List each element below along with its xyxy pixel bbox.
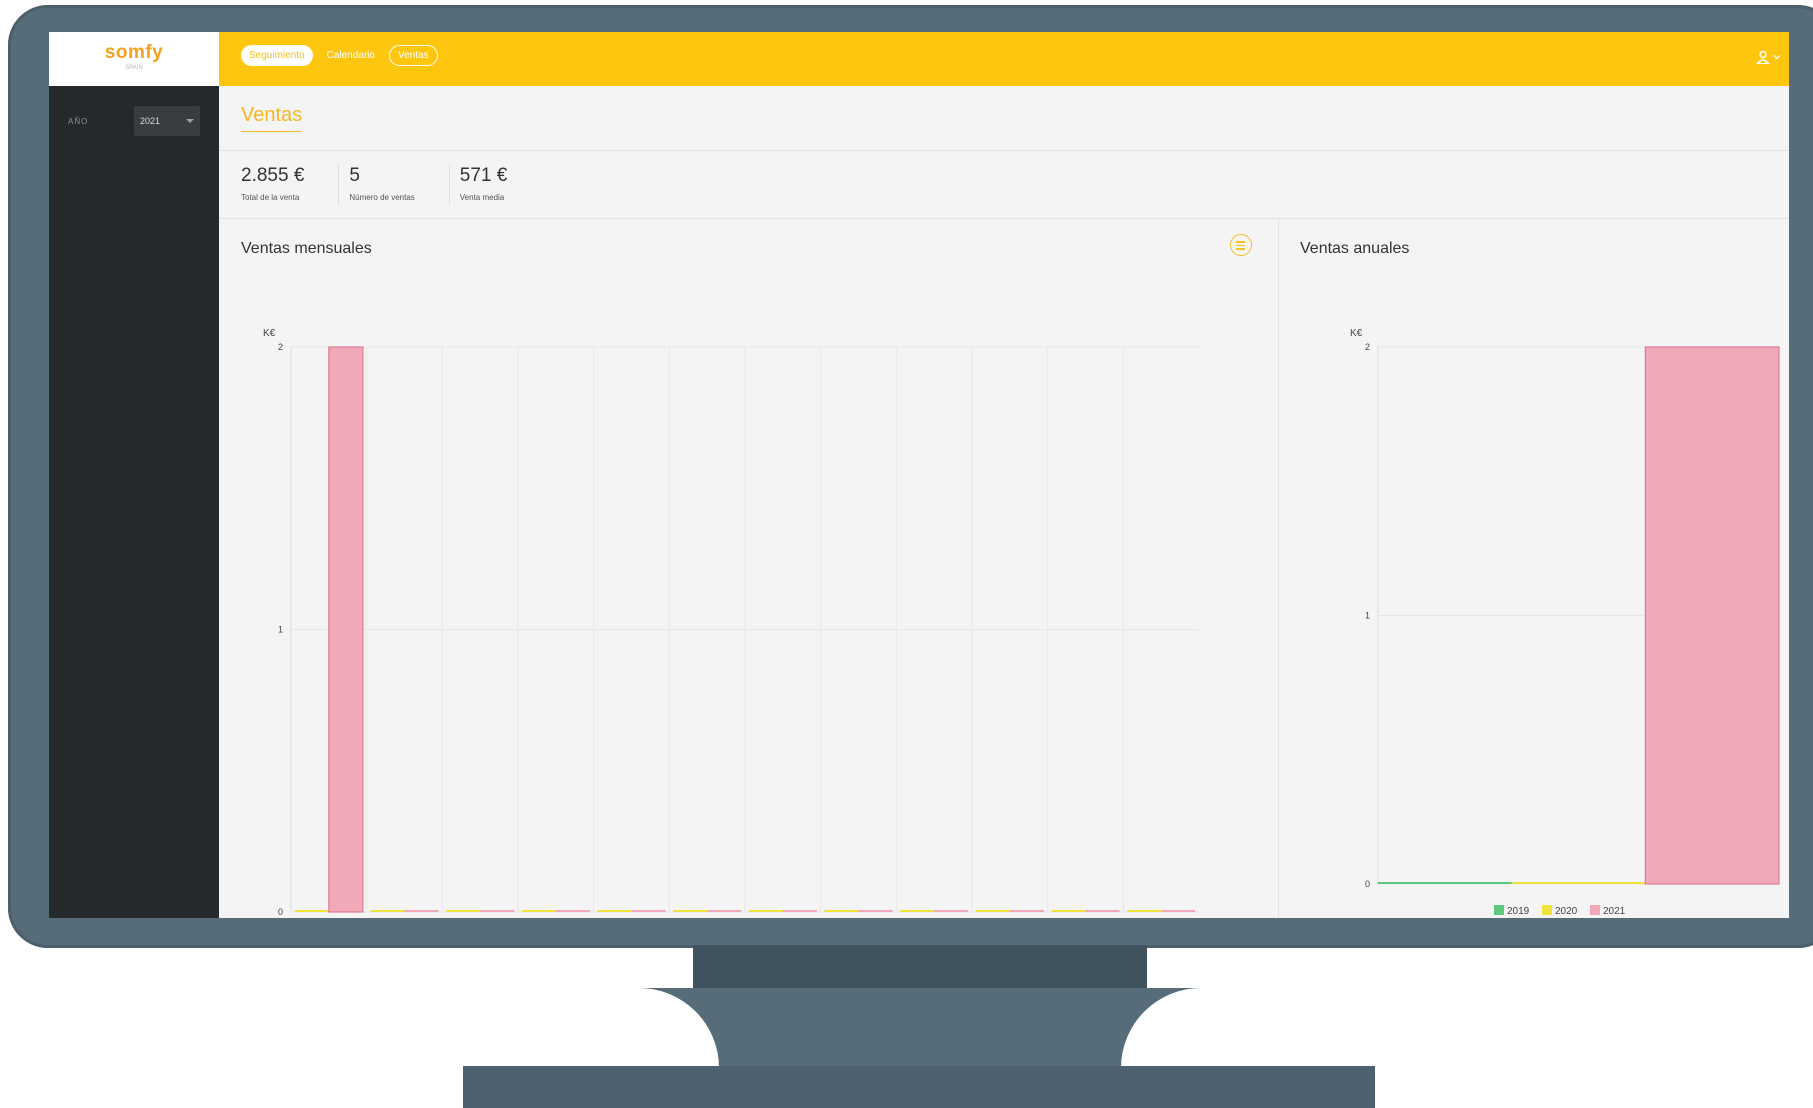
bar-2020 — [1127, 910, 1162, 912]
year-select[interactable]: 2021 — [134, 106, 200, 136]
user-menu[interactable] — [1756, 50, 1781, 64]
y-tick-label: 0 — [278, 907, 283, 917]
dropdown-arrow-icon — [186, 119, 194, 123]
bar-2020 — [824, 910, 859, 912]
kpi-count-value: 5 — [349, 165, 360, 186]
nav-calendario[interactable]: Calendario — [327, 50, 375, 61]
bar-2020 — [446, 910, 481, 912]
divider — [219, 150, 1789, 151]
bar-2021 — [1161, 910, 1196, 912]
screen: somfy SPAIN Seguimiento Calendario Venta… — [49, 32, 1789, 918]
legend-swatch-2020 — [1542, 905, 1552, 915]
bar-2020 — [370, 910, 405, 912]
bar-2021 — [858, 910, 893, 912]
kpi-count-label: Número de ventas — [349, 193, 415, 202]
legend-label-2019: 2019 — [1507, 906, 1530, 917]
kpi-count: 5 Número de ventas — [349, 165, 450, 205]
kpi-average-label: Venta media — [459, 193, 505, 202]
bar-2020 — [748, 910, 783, 912]
bar-2020 — [521, 910, 556, 912]
page-title: Ventas — [241, 104, 303, 132]
bar-2021 — [480, 910, 515, 912]
logo[interactable]: somfy SPAIN — [49, 32, 219, 86]
annual-sales-chart: K€ 0 1 2 2019 2020 2021 — [1350, 328, 1780, 917]
bar-2021 — [1644, 346, 1780, 885]
y-axis-unit: K€ — [1350, 328, 1363, 339]
main-nav: Seguimiento Calendario Ventas — [241, 45, 438, 66]
bar-2021 — [934, 910, 969, 912]
kpi-total-label: Total de la venta — [241, 193, 300, 202]
y-tick-label: 2 — [1365, 342, 1370, 352]
kpi-total-value: 2.855 € — [241, 165, 305, 186]
annual-chart-title: Ventas anuales — [1300, 240, 1410, 257]
monitor-stand-neck — [693, 945, 1147, 990]
bar-2021 — [1009, 910, 1044, 912]
monitor-stand-base — [463, 1066, 1375, 1108]
bar-2021 — [555, 910, 590, 912]
legend-label-2020: 2020 — [1555, 906, 1578, 917]
monthly-sales-chart: K€012EneroFebreroMarzoAbrilMayoJunioJuli… — [263, 328, 1199, 917]
year-label: AÑO — [68, 117, 89, 126]
legend-swatch-2021 — [1590, 905, 1600, 915]
y-tick-label: 1 — [278, 625, 283, 635]
user-icon — [1756, 50, 1770, 64]
bar-2021 — [404, 910, 439, 912]
bar-2020 — [673, 910, 708, 912]
y-tick-label: 0 — [1365, 879, 1370, 889]
logo-subtitle: SPAIN — [125, 65, 143, 71]
menu-icon — [1236, 241, 1245, 243]
menu-icon-line — [1236, 244, 1245, 246]
legend-swatch-2019 — [1494, 905, 1504, 915]
kpi-average: 571 € Venta media — [460, 165, 542, 205]
nav-seguimiento[interactable]: Seguimiento — [241, 45, 313, 66]
bar-2021 — [328, 346, 364, 913]
bar-2019 — [1378, 882, 1512, 884]
chart-menu-button[interactable] — [1230, 234, 1252, 256]
nav-ventas[interactable]: Ventas — [388, 45, 438, 66]
bar-2021 — [782, 910, 817, 912]
monitor-stand — [639, 988, 1201, 1068]
y-axis-unit: K€ — [263, 328, 276, 339]
bar-2020 — [597, 910, 632, 912]
kpi-average-value: 571 € — [459, 165, 508, 186]
bar-2020 — [1511, 882, 1646, 884]
bar-2021 — [1085, 910, 1120, 912]
sidebar: AÑO 2021 — [49, 86, 219, 918]
kpi-row: 2.855 € Total de la venta 5 Número de ve… — [241, 165, 551, 205]
y-tick-label: 2 — [278, 342, 283, 352]
bar-2021 — [707, 910, 742, 912]
divider — [219, 218, 1789, 219]
chevron-down-icon — [1773, 55, 1781, 60]
bar-2021 — [631, 910, 666, 912]
bar-2020 — [294, 910, 329, 912]
top-navbar: Seguimiento Calendario Ventas — [219, 32, 1789, 86]
bar-2020 — [1051, 910, 1086, 912]
main-content: Ventas 2.855 € Total de la venta 5 Númer… — [219, 86, 1789, 918]
logo-text: somfy — [104, 42, 164, 63]
bar-2020 — [975, 910, 1010, 912]
bar-2020 — [900, 910, 935, 912]
monthly-chart-title: Ventas mensuales — [241, 240, 372, 257]
menu-icon-line — [1236, 248, 1245, 250]
legend-label-2021: 2021 — [1603, 906, 1626, 917]
year-select-value: 2021 — [140, 116, 161, 126]
kpi-total: 2.855 € Total de la venta — [241, 165, 340, 205]
y-tick-label: 1 — [1365, 611, 1370, 621]
